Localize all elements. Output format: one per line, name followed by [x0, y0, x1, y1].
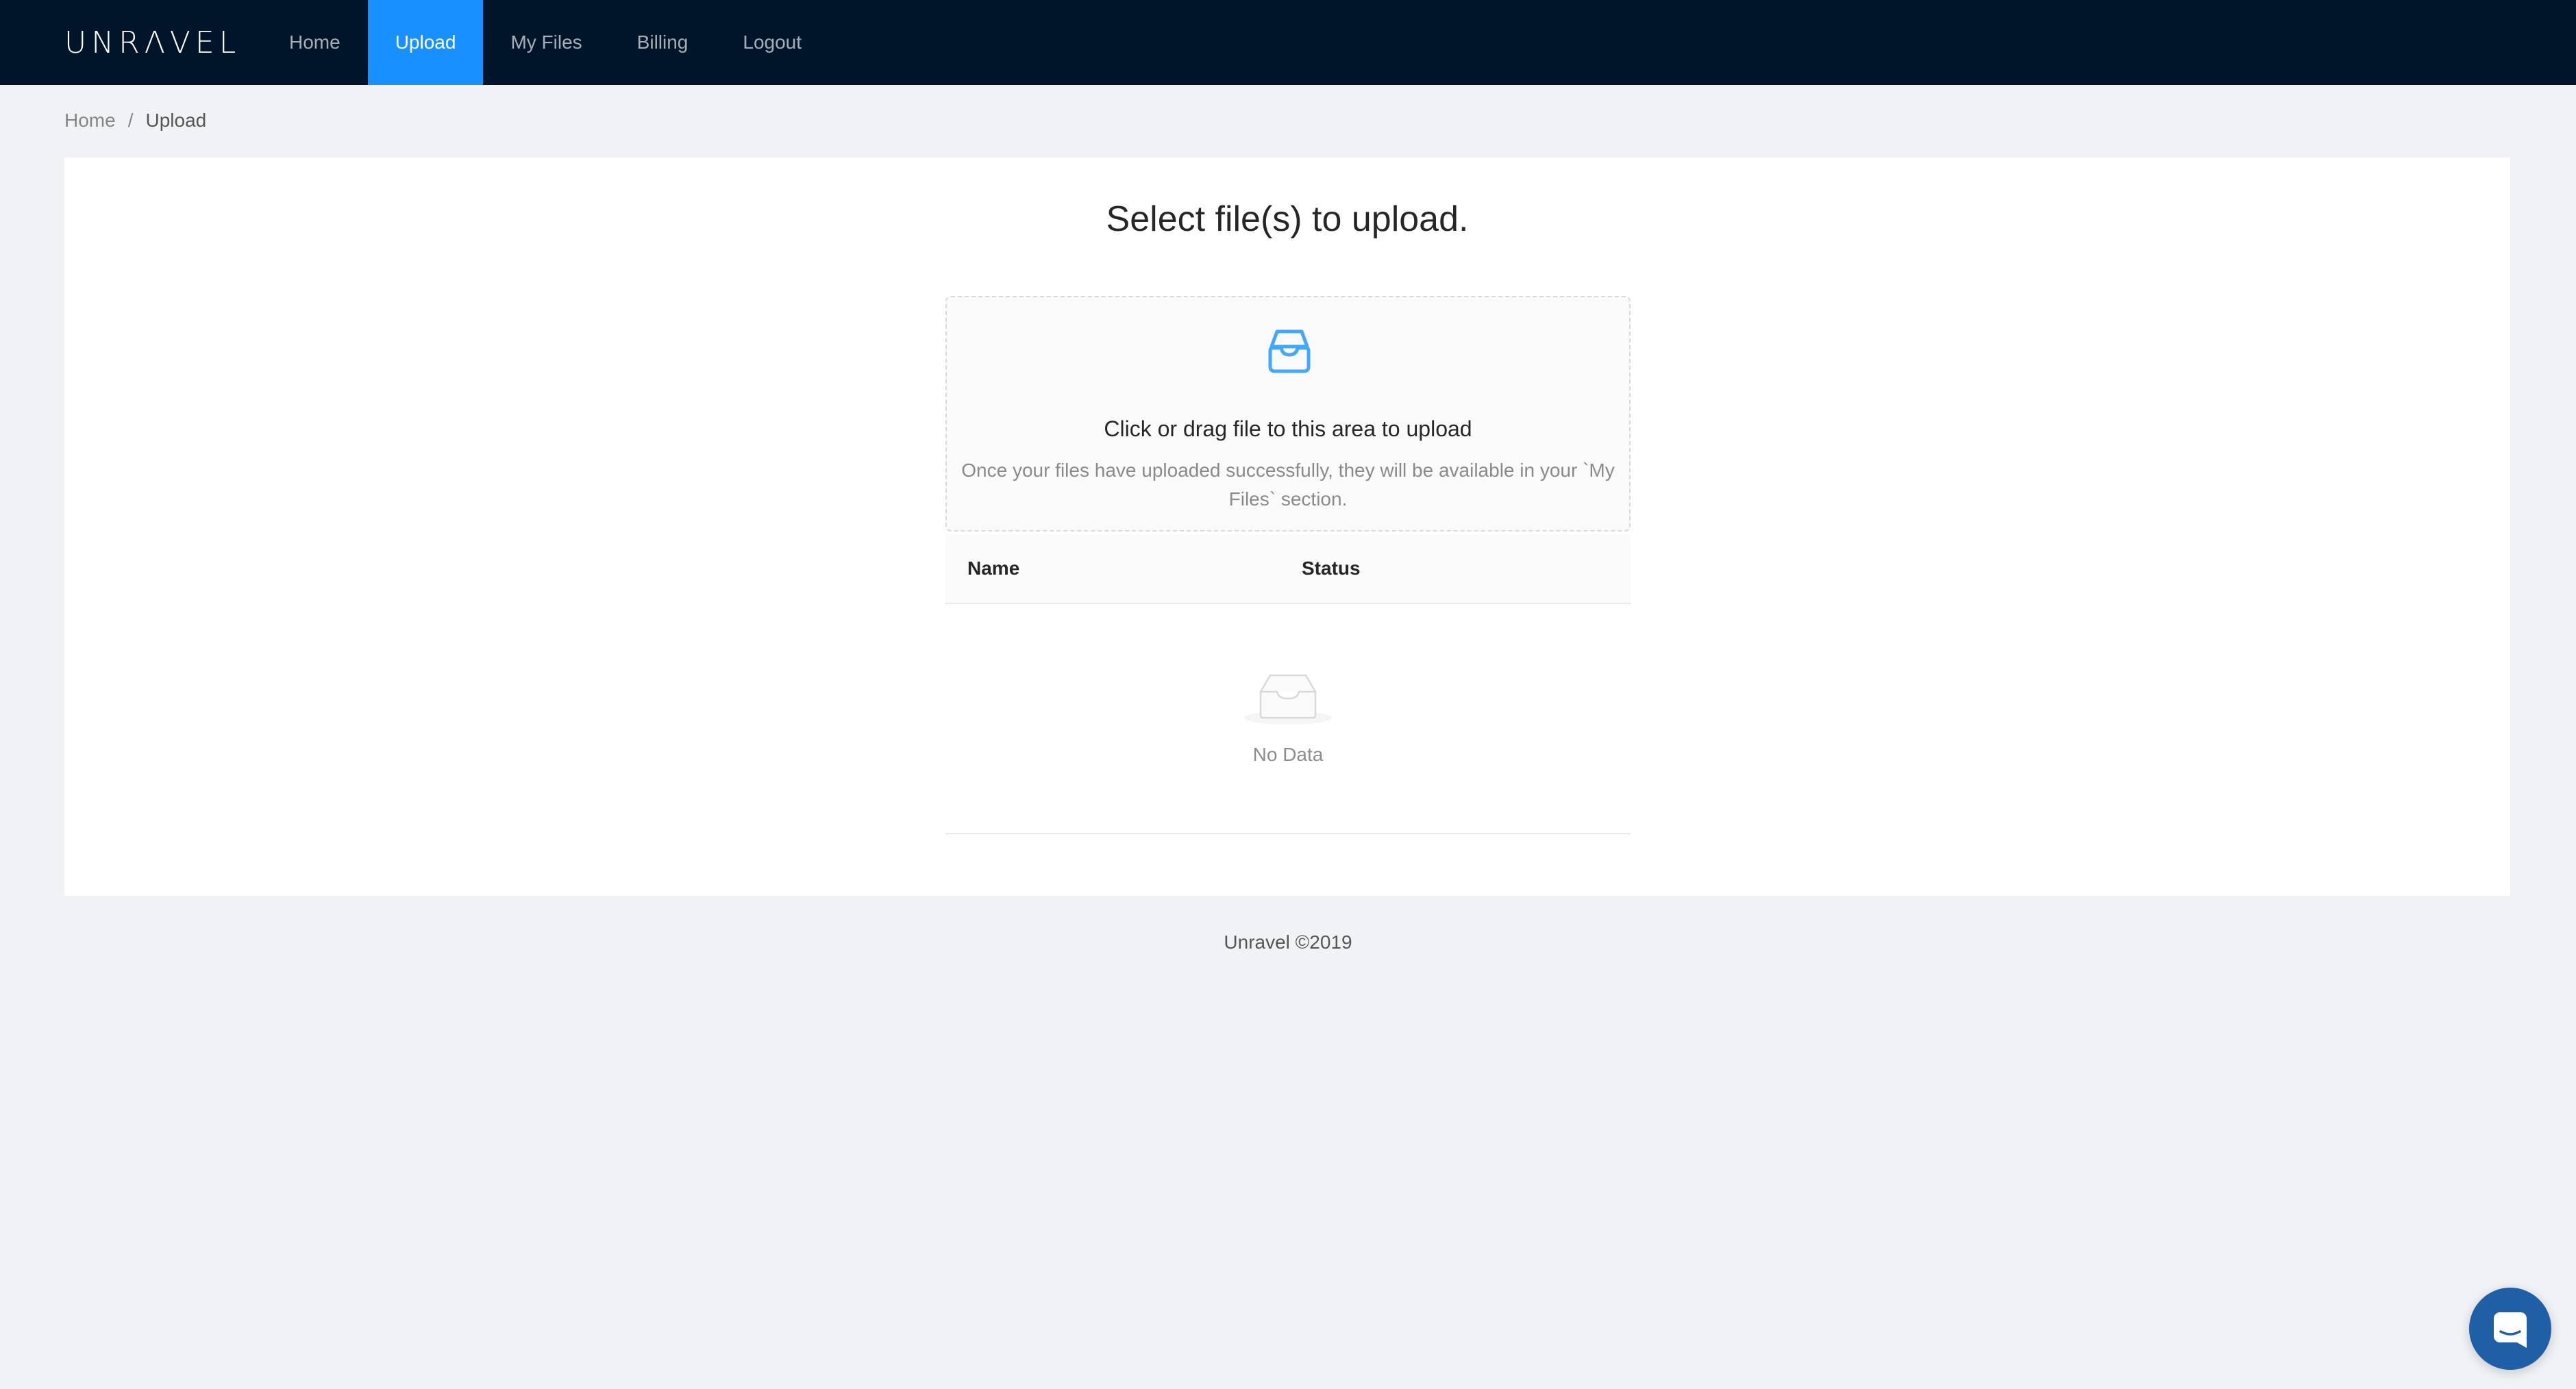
footer-copyright: Unravel ©2019 [1224, 931, 1352, 953]
nav-item-my-files[interactable]: My Files [483, 0, 609, 85]
content-card: Select file(s) to upload. Click or drag … [64, 158, 2510, 896]
breadcrumb-current: Upload [145, 110, 207, 131]
breadcrumb-separator: / [127, 110, 134, 131]
chat-launcher-button[interactable] [2469, 1288, 2551, 1370]
table-header: Name Status [945, 534, 1631, 604]
inbox-icon [1268, 329, 1311, 373]
nav-item-upload[interactable]: Upload [367, 0, 484, 85]
logo[interactable]: UNRΛVEL [64, 0, 240, 85]
column-header-status: Status [1302, 558, 1361, 579]
empty-inbox-icon [1244, 674, 1332, 725]
table-empty-state: No Data [945, 604, 1631, 834]
nav-item-home[interactable]: Home [262, 0, 368, 85]
nav-item-logout[interactable]: Logout [715, 0, 829, 85]
top-navigation-bar: UNRΛVEL Home Upload My Files Billing Log… [0, 0, 2576, 85]
upload-dropzone[interactable]: Click or drag file to this area to uploa… [945, 296, 1631, 531]
breadcrumb-home[interactable]: Home [64, 110, 116, 132]
main-nav: Home Upload My Files Billing Logout [262, 0, 829, 85]
dropzone-text: Click or drag file to this area to uploa… [1104, 416, 1472, 441]
chat-icon [2494, 1312, 2527, 1348]
nav-item-billing[interactable]: Billing [610, 0, 716, 85]
dropzone-hint: Once your files have uploaded successful… [961, 460, 1615, 510]
upload-table: Name Status No Data [945, 534, 1631, 834]
empty-state-text: No Data [1252, 744, 1324, 765]
column-header-name: Name [967, 558, 1020, 579]
page-title: Select file(s) to upload. [1106, 199, 1469, 239]
breadcrumb: Home / Upload [64, 110, 206, 132]
